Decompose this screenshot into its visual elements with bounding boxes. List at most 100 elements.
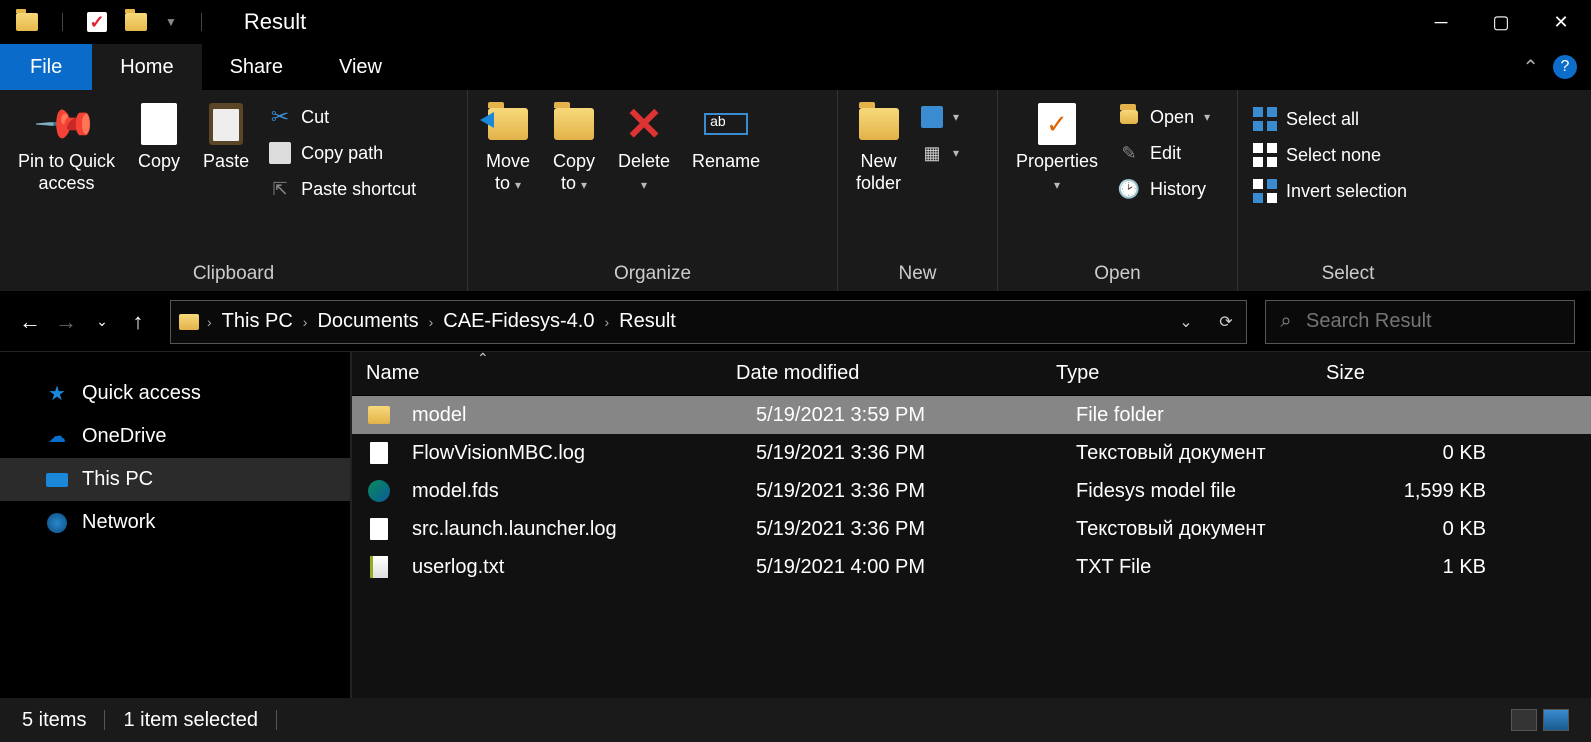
- edit-button[interactable]: ✎Edit: [1112, 138, 1216, 168]
- sidebar-item-network[interactable]: Network: [0, 501, 350, 544]
- window-title: Result: [244, 9, 306, 35]
- menubar: File Home Share View ⌃ ?: [0, 44, 1591, 90]
- tab-home[interactable]: Home: [92, 44, 201, 90]
- file-row[interactable]: model.fds 5/19/2021 3:36 PM Fidesys mode…: [352, 472, 1591, 510]
- copy-to-button[interactable]: Copy to ▾: [544, 98, 604, 200]
- file-row[interactable]: src.launch.launcher.log 5/19/2021 3:36 P…: [352, 510, 1591, 548]
- back-button[interactable]: ←: [16, 309, 44, 335]
- separator: [62, 13, 63, 31]
- tab-view[interactable]: View: [311, 44, 410, 90]
- details-view-button[interactable]: [1511, 709, 1537, 731]
- doc-icon: [366, 516, 392, 542]
- doc-icon: [366, 440, 392, 466]
- file-name: src.launch.launcher.log: [412, 518, 756, 541]
- new-item-button[interactable]: ▾: [915, 102, 965, 132]
- maximize-button[interactable]: ▢: [1471, 0, 1531, 44]
- chevron-down-icon: ▾: [953, 110, 959, 124]
- open-icon: [1118, 106, 1140, 128]
- address-dropdown-icon[interactable]: ⌄: [1166, 312, 1206, 332]
- invert-selection-button[interactable]: Invert selection: [1248, 176, 1448, 206]
- new-folder-qat-icon[interactable]: [125, 13, 147, 31]
- file-size: 1,599 KB: [1346, 480, 1496, 503]
- properties-icon: ✓: [1038, 103, 1076, 145]
- properties-button[interactable]: ✓ Properties▾: [1008, 98, 1106, 200]
- column-header-size[interactable]: Size: [1326, 362, 1476, 385]
- sort-asc-icon: ⌃: [477, 350, 489, 367]
- copy-path-button[interactable]: Copy path: [263, 138, 422, 168]
- status-item-count: 5 items: [22, 709, 86, 732]
- folder-icon: [488, 108, 528, 140]
- help-icon[interactable]: ?: [1553, 55, 1577, 79]
- close-button[interactable]: ✕: [1531, 0, 1591, 44]
- separator: [104, 710, 105, 730]
- copy-icon: [141, 103, 177, 145]
- copy-button[interactable]: Copy: [129, 98, 189, 176]
- shortcut-icon: ⇱: [269, 178, 291, 200]
- file-row[interactable]: userlog.txt 5/19/2021 4:00 PM TXT File 1…: [352, 548, 1591, 586]
- breadcrumb[interactable]: CAE-Fidesys-4.0: [433, 310, 604, 333]
- column-header-name[interactable]: ⌃Name: [366, 362, 736, 385]
- rename-icon: [704, 113, 748, 135]
- file-list: ⌃Name Date modified Type Size model 5/19…: [352, 352, 1591, 698]
- file-date: 5/19/2021 3:36 PM: [756, 480, 1076, 503]
- move-to-button[interactable]: Move to ▾: [478, 98, 538, 200]
- refresh-icon[interactable]: ⟳: [1206, 312, 1246, 332]
- qat-dropdown-icon[interactable]: ▼: [165, 15, 177, 29]
- edit-icon: ✎: [1118, 142, 1140, 164]
- select-all-icon: [1254, 108, 1276, 130]
- breadcrumb[interactable]: This PC: [212, 310, 303, 333]
- sidebar-item-quick-access[interactable]: ★Quick access: [0, 372, 350, 415]
- delete-button[interactable]: ✕ Delete▾: [610, 98, 678, 200]
- paste-shortcut-button[interactable]: ⇱Paste shortcut: [263, 174, 422, 204]
- file-size: 0 KB: [1346, 442, 1496, 465]
- column-header-type[interactable]: Type: [1056, 362, 1326, 385]
- up-button[interactable]: ↑: [124, 309, 152, 335]
- group-label-clipboard: Clipboard: [10, 259, 457, 285]
- open-button[interactable]: Open ▾: [1112, 102, 1216, 132]
- file-name: userlog.txt: [412, 556, 756, 579]
- new-folder-button[interactable]: New folder: [848, 98, 909, 198]
- select-none-button[interactable]: Select none: [1248, 140, 1448, 170]
- recent-dropdown-icon[interactable]: ⌄: [88, 313, 116, 330]
- file-date: 5/19/2021 4:00 PM: [756, 556, 1076, 579]
- easy-access-button[interactable]: ▦▾: [915, 138, 965, 168]
- rename-button[interactable]: Rename: [684, 98, 768, 176]
- thumbnails-view-button[interactable]: [1543, 709, 1569, 731]
- file-date: 5/19/2021 3:36 PM: [756, 442, 1076, 465]
- pin-to-quick-access-button[interactable]: 📌 Pin to Quick access: [10, 98, 123, 198]
- file-size: 1 KB: [1346, 556, 1496, 579]
- properties-qat-icon[interactable]: ✓: [87, 12, 107, 32]
- collapse-ribbon-icon[interactable]: ⌃: [1516, 55, 1545, 80]
- file-row[interactable]: FlowVisionMBC.log 5/19/2021 3:36 PM Текс…: [352, 434, 1591, 472]
- search-box[interactable]: ⌕: [1265, 300, 1575, 344]
- forward-button[interactable]: →: [52, 309, 80, 335]
- address-bar[interactable]: › This PC › Documents › CAE-Fidesys-4.0 …: [170, 300, 1247, 344]
- tab-file[interactable]: File: [0, 44, 92, 90]
- chevron-down-icon: ▾: [581, 178, 587, 192]
- breadcrumb[interactable]: Result: [609, 310, 686, 333]
- folder-icon: [366, 402, 392, 428]
- chevron-down-icon: ▾: [1204, 110, 1210, 124]
- sidebar-item-this-pc[interactable]: This PC: [0, 458, 350, 501]
- column-header-date[interactable]: Date modified: [736, 362, 1056, 385]
- tab-share[interactable]: Share: [202, 44, 311, 90]
- group-label-new: New: [848, 259, 987, 285]
- breadcrumb[interactable]: Documents: [307, 310, 428, 333]
- search-input[interactable]: [1306, 310, 1574, 333]
- file-type: Fidesys model file: [1076, 480, 1346, 503]
- group-label-select: Select: [1248, 259, 1448, 285]
- sidebar-item-onedrive[interactable]: ☁OneDrive: [0, 415, 350, 458]
- ribbon: 📌 Pin to Quick access Copy Paste ✂Cut Co…: [0, 90, 1591, 292]
- minimize-button[interactable]: ─: [1411, 0, 1471, 44]
- file-name: model: [412, 404, 756, 427]
- x-icon: ✕: [622, 102, 666, 146]
- file-row[interactable]: model 5/19/2021 3:59 PM File folder: [352, 396, 1591, 434]
- paste-button[interactable]: Paste: [195, 98, 257, 176]
- cut-button[interactable]: ✂Cut: [263, 102, 422, 132]
- chevron-down-icon: ▾: [515, 178, 521, 192]
- select-all-button[interactable]: Select all: [1248, 104, 1448, 134]
- pc-icon: [46, 469, 68, 491]
- arrow-left-icon: [480, 112, 494, 128]
- history-button[interactable]: 🕑History: [1112, 174, 1216, 204]
- titlebar: ✓ ▼ Result ─ ▢ ✕: [0, 0, 1591, 44]
